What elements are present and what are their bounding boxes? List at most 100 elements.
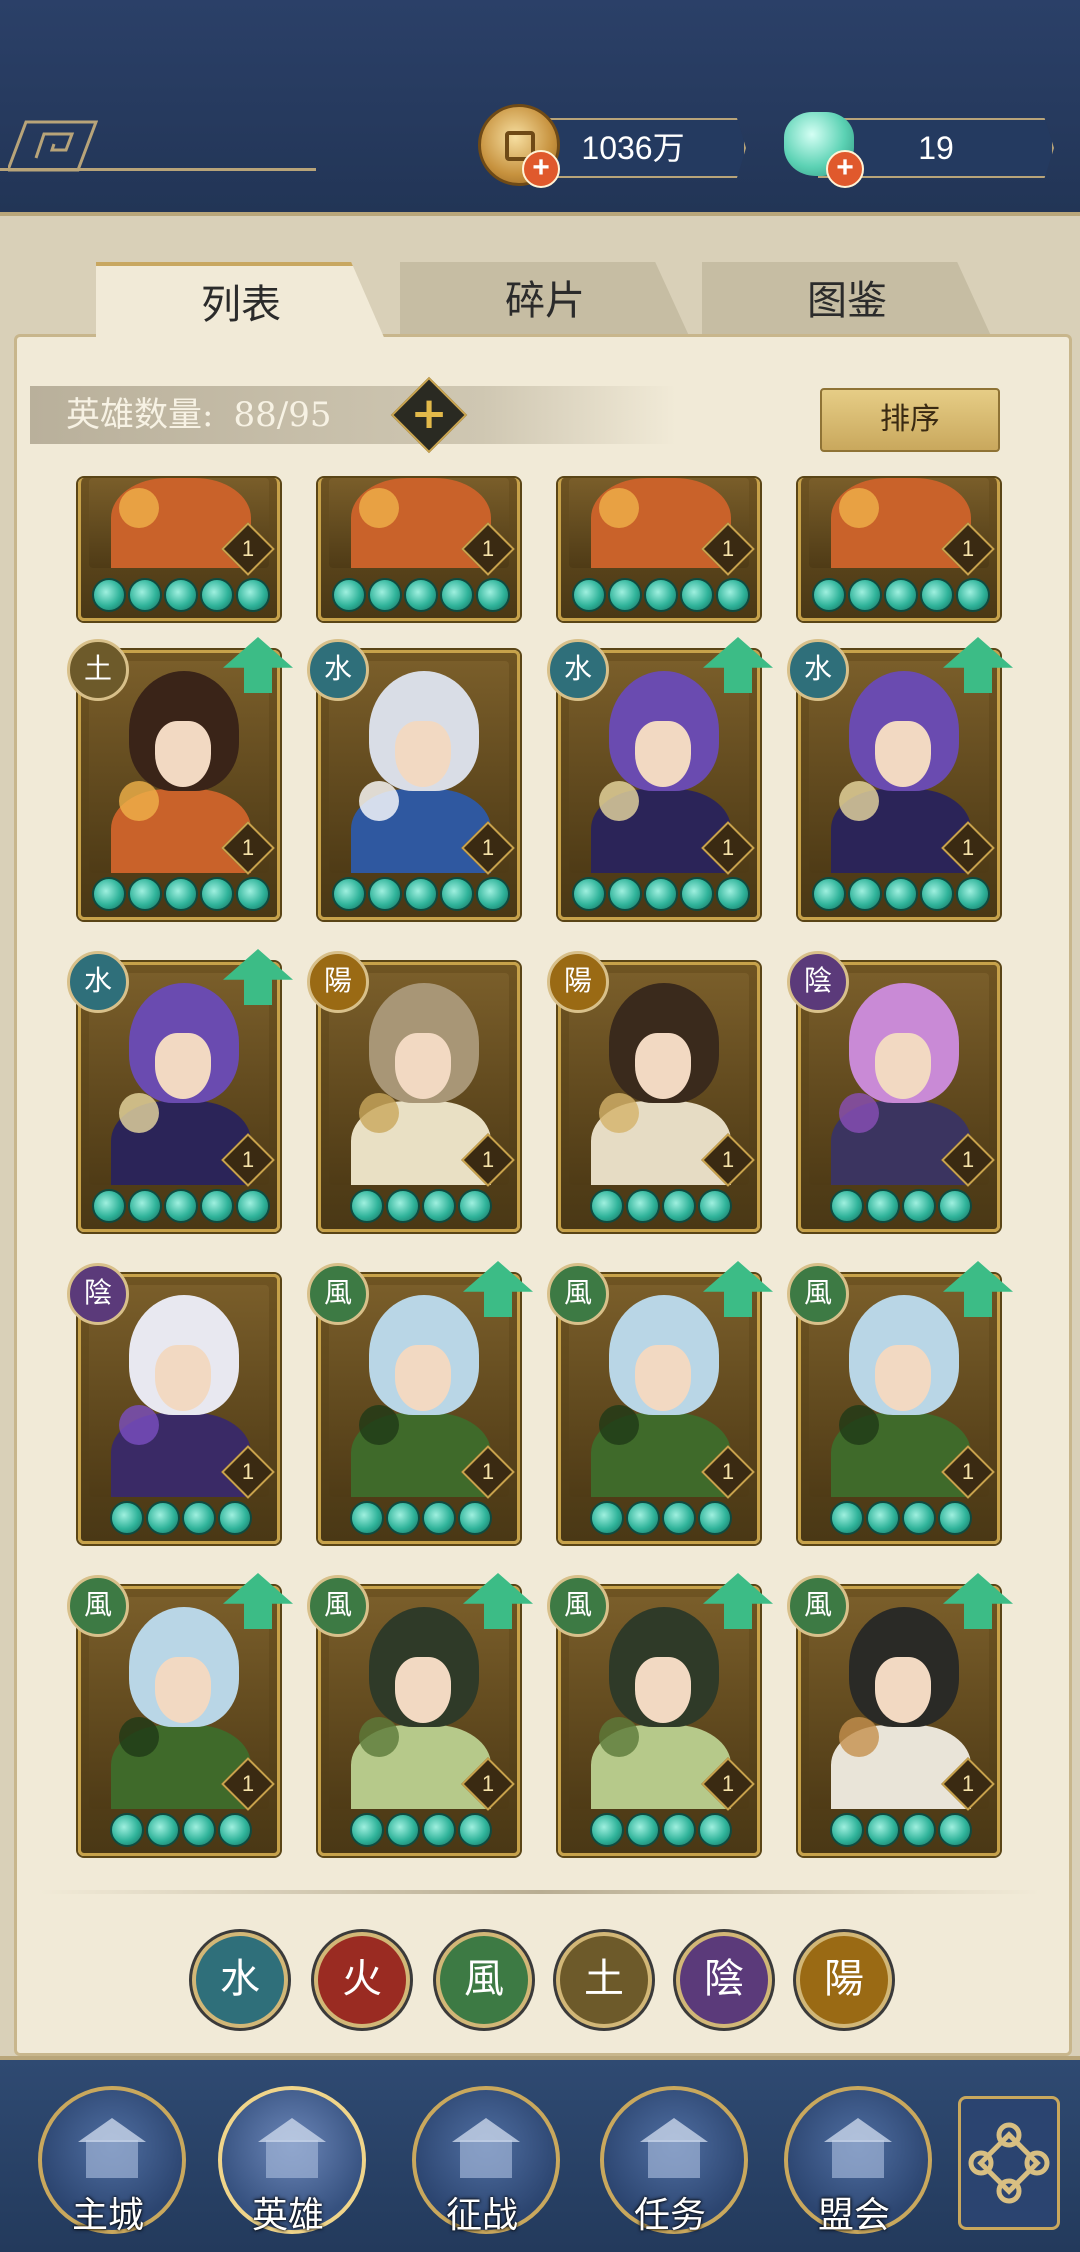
hero-level: 1 bbox=[241, 536, 255, 561]
jade-star-icon bbox=[236, 578, 270, 612]
jade-star-icon bbox=[680, 578, 714, 612]
element-badge: 風 bbox=[547, 1575, 609, 1637]
jade-star-icon bbox=[956, 578, 990, 612]
hero-card[interactable]: 1風 bbox=[787, 1261, 1013, 1544]
jade-star-icon bbox=[608, 578, 642, 612]
jade-star-icon bbox=[590, 1189, 624, 1223]
hero-star-rating bbox=[571, 1189, 751, 1223]
hero-card[interactable]: 1水 bbox=[67, 949, 293, 1232]
hero-star-rating bbox=[331, 1813, 511, 1847]
hero-card[interactable]: 1風 bbox=[547, 1573, 773, 1856]
hero-level: 1 bbox=[481, 1771, 495, 1796]
jade-star-icon bbox=[404, 578, 438, 612]
hero-level: 1 bbox=[961, 536, 975, 561]
hero-count-bar: 英雄数量: 88/95 bbox=[30, 386, 676, 444]
tab-list[interactable]: 列表 bbox=[96, 262, 386, 342]
element-badge: 土 bbox=[67, 639, 129, 701]
add-coins-button[interactable]: + bbox=[522, 150, 560, 188]
hero-star-rating bbox=[91, 1189, 271, 1223]
jade-star-icon bbox=[404, 877, 438, 911]
jade-star-icon bbox=[884, 877, 918, 911]
filter-earth-button[interactable]: 土 bbox=[556, 1932, 652, 2028]
hero-count-label: 英雄数量: bbox=[66, 395, 214, 435]
filter-water-button[interactable]: 水 bbox=[192, 1932, 288, 2028]
jade-star-icon bbox=[236, 1189, 270, 1223]
hero-card[interactable]: 1水 bbox=[547, 637, 773, 920]
hero-level: 1 bbox=[721, 835, 735, 860]
hero-card[interactable]: 1 bbox=[798, 478, 1000, 621]
hero-card[interactable]: 1 bbox=[78, 478, 280, 621]
hero-level: 1 bbox=[721, 1771, 735, 1796]
jade-star-icon bbox=[128, 1189, 162, 1223]
element-badge: 風 bbox=[307, 1263, 369, 1325]
jade-star-icon bbox=[812, 578, 846, 612]
flower-knot-icon bbox=[968, 2122, 1050, 2204]
hero-card[interactable]: 1水 bbox=[787, 637, 1013, 920]
hero-card[interactable]: 1陰 bbox=[787, 951, 1000, 1232]
hero-card[interactable]: 1風 bbox=[787, 1573, 1013, 1856]
jade-star-icon bbox=[608, 877, 642, 911]
hero-card[interactable]: 1 bbox=[318, 478, 520, 621]
jade-star-icon bbox=[902, 1501, 936, 1535]
jade-star-icon bbox=[440, 578, 474, 612]
filter-wind-button[interactable]: 風 bbox=[436, 1932, 532, 2028]
jade-star-icon bbox=[626, 1813, 660, 1847]
hero-star-rating bbox=[571, 877, 751, 911]
decorative-line bbox=[0, 168, 316, 171]
jade-star-icon bbox=[458, 1501, 492, 1535]
nav-main-city-label: 主城 bbox=[71, 2195, 144, 2236]
hero-star-rating bbox=[571, 578, 751, 612]
hero-card[interactable]: 1水 bbox=[307, 639, 520, 920]
jade-star-icon bbox=[182, 1501, 216, 1535]
tab-fragments[interactable]: 碎片 bbox=[400, 262, 690, 338]
jade-star-icon bbox=[200, 877, 234, 911]
nav-campaign-label: 征战 bbox=[445, 2195, 518, 2236]
jade-star-icon bbox=[884, 578, 918, 612]
add-gems-button[interactable]: + bbox=[826, 150, 864, 188]
filter-yang-button[interactable]: 陽 bbox=[796, 1932, 892, 2028]
filter-yin-button[interactable]: 陰 bbox=[676, 1932, 772, 2028]
filter-fire-button[interactable]: 火 bbox=[314, 1932, 410, 2028]
jade-star-icon bbox=[938, 1189, 972, 1223]
jade-star-icon bbox=[572, 578, 606, 612]
jade-star-icon bbox=[422, 1189, 456, 1223]
jade-star-icon bbox=[938, 1501, 972, 1535]
jade-star-icon bbox=[830, 1813, 864, 1847]
hero-star-rating bbox=[811, 1189, 991, 1223]
jade-star-icon bbox=[440, 877, 474, 911]
element-badge: 陽 bbox=[307, 951, 369, 1013]
jade-star-icon bbox=[386, 1501, 420, 1535]
element-badge: 陽 bbox=[547, 951, 609, 1013]
hero-card[interactable]: 1風 bbox=[307, 1573, 533, 1856]
jade-star-icon bbox=[458, 1189, 492, 1223]
hero-card[interactable]: 1土 bbox=[67, 637, 293, 920]
jade-star-icon bbox=[218, 1501, 252, 1535]
hero-card[interactable]: 1風 bbox=[307, 1261, 533, 1544]
jade-star-icon bbox=[902, 1813, 936, 1847]
hero-card[interactable]: 1風 bbox=[547, 1261, 773, 1544]
jade-star-icon bbox=[698, 1501, 732, 1535]
jade-star-icon bbox=[110, 1501, 144, 1535]
jade-star-icon bbox=[590, 1813, 624, 1847]
hero-card[interactable]: 1 bbox=[558, 478, 760, 621]
jade-star-icon bbox=[236, 877, 270, 911]
element-badge: 風 bbox=[67, 1575, 129, 1637]
tab-encyclopedia[interactable]: 图鉴 bbox=[702, 262, 992, 338]
sort-button[interactable]: 排序 bbox=[820, 388, 1000, 452]
hero-star-rating bbox=[331, 1501, 511, 1535]
jade-star-icon bbox=[716, 877, 750, 911]
hero-card[interactable]: 1陽 bbox=[307, 951, 520, 1232]
jade-star-icon bbox=[350, 1501, 384, 1535]
jade-star-icon bbox=[368, 578, 402, 612]
hero-level: 1 bbox=[241, 1459, 255, 1484]
jade-star-icon bbox=[332, 877, 366, 911]
hero-star-rating bbox=[811, 1501, 991, 1535]
more-menu-button[interactable] bbox=[958, 2096, 1060, 2230]
hero-card[interactable]: 1陽 bbox=[547, 951, 760, 1232]
hero-card[interactable]: 1風 bbox=[67, 1573, 293, 1856]
jade-star-icon bbox=[218, 1813, 252, 1847]
hero-card[interactable]: 1陰 bbox=[67, 1263, 280, 1544]
jade-star-icon bbox=[626, 1189, 660, 1223]
jade-star-icon bbox=[332, 578, 366, 612]
jade-star-icon bbox=[662, 1813, 696, 1847]
